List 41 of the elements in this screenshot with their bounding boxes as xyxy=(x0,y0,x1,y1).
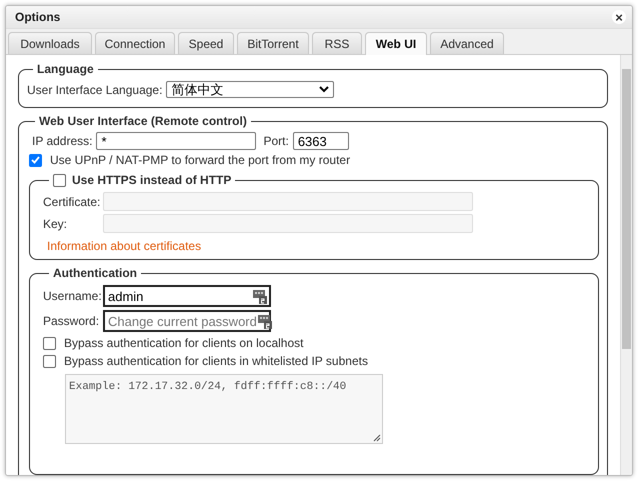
tab[interactable]: Connection xyxy=(95,32,175,54)
scrollbar[interactable] xyxy=(620,55,632,475)
checkbox[interactable] xyxy=(43,354,56,368)
resize-grip-icon xyxy=(373,434,381,442)
checkbox[interactable] xyxy=(43,336,56,350)
tab[interactable]: Web UI xyxy=(365,32,427,55)
checkbox[interactable] xyxy=(53,174,66,186)
field-label: Password: xyxy=(43,314,99,328)
tab[interactable]: Advanced xyxy=(430,32,504,54)
tab[interactable]: RSS xyxy=(312,32,362,54)
group-title: Web User Interface (Remote control) xyxy=(39,114,247,128)
password-manager-icon xyxy=(252,288,268,304)
chevron-down-icon xyxy=(319,86,330,93)
window-title: Options xyxy=(15,10,60,24)
group-title: Language xyxy=(37,62,94,76)
field-label: Port: xyxy=(263,134,289,148)
password-field[interactable]: Change current password xyxy=(103,310,271,332)
checkbox-label: Bypass authentication for clients in whitelisted IP subnets xyxy=(64,354,368,368)
key-field[interactable] xyxy=(103,214,473,233)
password-manager-icon xyxy=(256,313,273,329)
certificates-link[interactable]: Information about certificates xyxy=(47,239,202,253)
field-label: Certificate: xyxy=(43,194,99,208)
username-field[interactable]: admin xyxy=(103,285,271,307)
port-field[interactable]: 6363 xyxy=(292,132,349,150)
ip-address-field[interactable]: * xyxy=(96,132,256,150)
checkbox-label: Use UPnP / NAT-PMP to forward the port from my router xyxy=(50,153,350,167)
close-button[interactable]: × xyxy=(612,10,626,24)
field-label: User Interface Language: xyxy=(27,82,162,96)
field-label: IP address: xyxy=(32,134,92,148)
field-label: Key: xyxy=(43,216,68,230)
checkbox-label: Bypass authentication for clients on localhost xyxy=(64,336,304,350)
tab[interactable]: BitTorrent xyxy=(237,32,309,54)
group-title: Authentication xyxy=(53,266,137,280)
field-label: Username: xyxy=(43,289,99,303)
tab[interactable]: Speed xyxy=(178,32,234,54)
certificate-field[interactable] xyxy=(103,192,473,211)
checkbox[interactable] xyxy=(29,154,42,166)
group-title: Use HTTPS instead of HTTP xyxy=(72,173,232,187)
ip-subnets-field[interactable]: Example: 172.17.32.0/24, fdff:ffff:c8::/40 xyxy=(65,374,383,444)
language-select[interactable]: 简体中文 xyxy=(166,81,334,98)
tab[interactable]: Downloads xyxy=(8,32,92,54)
